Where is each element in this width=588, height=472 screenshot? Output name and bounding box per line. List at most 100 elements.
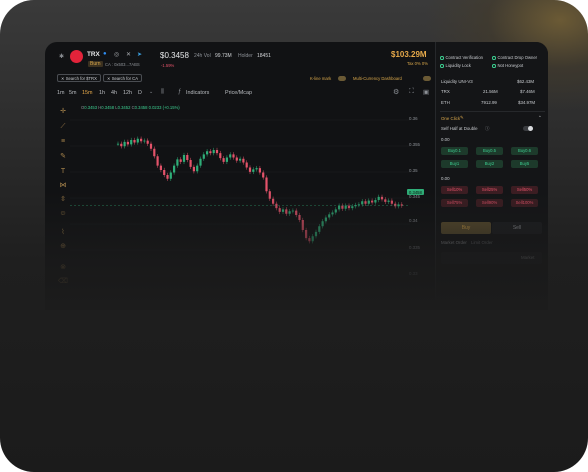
quick-buy-button[interactable]: Buy0.6 (511, 147, 538, 155)
candle (344, 205, 347, 209)
buy-tab[interactable]: Buy (441, 222, 491, 234)
candle (338, 205, 341, 210)
star-icon[interactable]: ✱ (59, 53, 64, 60)
text-icon[interactable]: T (58, 168, 68, 176)
holder-label: Holder (238, 53, 253, 59)
candle-type-icon[interactable]: ⫼ (161, 89, 164, 96)
pair-usd: $7.46M (520, 89, 535, 94)
candle (126, 141, 129, 145)
candle (318, 226, 321, 232)
quick-buy-button[interactable]: Buy1 (441, 160, 468, 168)
candle (130, 140, 133, 145)
liquidity-title: Liquidity UNI-V3 (441, 79, 473, 84)
timeframe-15m[interactable]: 15m (82, 90, 93, 96)
candle (311, 236, 314, 242)
candle (374, 200, 377, 203)
pair-amount: 21.56M (483, 89, 498, 94)
settings-icon[interactable]: ⚙ (393, 88, 399, 96)
quick-sell-button[interactable]: Sell10% (441, 186, 468, 194)
candle (173, 165, 176, 173)
quick-buy-button[interactable]: Buy5 (511, 160, 538, 168)
candle (133, 140, 136, 143)
magnet-icon[interactable]: ☺ (58, 210, 68, 218)
x-social-icon[interactable]: ✕ (126, 51, 131, 58)
fullscreen-icon[interactable]: ⛶ (409, 88, 414, 96)
candle (159, 165, 162, 170)
buy-amount[interactable]: 0.00 (441, 137, 450, 142)
self-half-toggle[interactable] (523, 126, 533, 131)
candle (390, 200, 393, 204)
chevron-up-icon[interactable]: ⌃ (538, 115, 542, 121)
quick-sell-button[interactable]: Sell50% (511, 186, 538, 194)
candle (225, 157, 228, 162)
holder-value: 18451 (257, 53, 271, 59)
camera-icon[interactable]: ▣ (423, 88, 429, 96)
candle (295, 210, 298, 215)
sell-amount[interactable]: 0.00 (441, 176, 450, 181)
crosshair-icon[interactable]: ✛ (58, 108, 68, 116)
trendline-icon[interactable]: ⟋ (58, 123, 68, 131)
pair-usd: $34.97M (518, 100, 536, 105)
candle (308, 238, 311, 242)
timeframe-12h[interactable]: 12h (123, 90, 132, 96)
kline-mark-label: K-line mark (310, 76, 332, 81)
timeframe-D[interactable]: D (138, 90, 142, 96)
liquidity-total: $62.43M (517, 79, 535, 84)
candle (351, 206, 354, 209)
quick-buy-button[interactable]: Buy0.1 (441, 147, 468, 155)
token-header: ✱ TRX ● ◎ ✕ ➤ Burn CA : 0x503...7ABS $0.… (45, 42, 435, 72)
quick-sell-button[interactable]: Sell75% (441, 199, 468, 207)
pattern-icon[interactable]: ⋈ (58, 182, 68, 190)
timeframe-1h[interactable]: 1h (99, 90, 105, 96)
multi-currency-toggle[interactable] (423, 76, 431, 81)
measure-icon[interactable]: ⇳ (58, 196, 68, 204)
candle (387, 200, 390, 202)
lock-icon[interactable]: ⊗ (58, 264, 68, 272)
pair-amount: 7912.99 (481, 100, 497, 105)
indicators-button[interactable]: Indicators (186, 90, 209, 96)
token-logo (70, 50, 83, 63)
quick-buy-button[interactable]: Buy2 (476, 160, 503, 168)
quick-sell-button[interactable]: Sell90% (476, 199, 503, 207)
candle (146, 140, 149, 144)
timeframe-5m[interactable]: 5m (69, 90, 77, 96)
search-symbol-button[interactable]: ✕ Search for $TRX (57, 74, 101, 82)
timeframe-4h[interactable]: 4h (111, 90, 117, 96)
pair-name: ETH (441, 100, 450, 105)
limit-order-tab[interactable]: Limit Order (471, 240, 493, 245)
ruler-icon[interactable]: ⌇ (58, 229, 68, 237)
telegram-icon[interactable]: ➤ (137, 51, 142, 58)
candle (235, 157, 238, 161)
trade-panel: Contract Verification Contract Drop Owne… (435, 42, 548, 300)
price-change: -1.59% (161, 63, 175, 68)
timeframe-1m[interactable]: 1m (57, 90, 65, 96)
quick-sell-button[interactable]: Sell25% (476, 186, 503, 194)
price-mcap-toggle[interactable]: Price/Mcap (225, 90, 252, 96)
candle (262, 172, 265, 178)
zoom-icon[interactable]: ⊕ (58, 243, 68, 251)
candle (192, 166, 195, 172)
sell-tab[interactable]: Sell (492, 222, 542, 234)
edit-icon[interactable]: ✎ (460, 115, 464, 121)
indicators-icon[interactable]: ƒ (178, 89, 181, 95)
multi-currency-label: Multi-Currency Dashboard (353, 76, 402, 81)
candle (245, 162, 248, 168)
search-ca-button[interactable]: ✕ Search for CA (103, 74, 142, 82)
quick-buy-button[interactable]: Buy0.5 (476, 147, 503, 155)
trash-icon[interactable]: ⌫ (58, 278, 68, 286)
contract-address[interactable]: CA : 0x503...7ABS (105, 62, 140, 67)
self-half-label: Self Half at Double (441, 126, 478, 131)
quick-sell-button[interactable]: Sell100% (511, 199, 538, 207)
brush-icon[interactable]: ✎ (58, 153, 68, 161)
candle (347, 205, 351, 209)
candle (397, 204, 400, 207)
kline-mark-toggle[interactable] (338, 76, 346, 81)
fib-icon[interactable]: ≡ (58, 138, 68, 146)
one-click-label: One Click (441, 116, 461, 121)
candle (265, 177, 268, 192)
candle (206, 151, 209, 155)
globe-icon[interactable]: ◎ (114, 51, 119, 58)
price-chart[interactable] (70, 110, 410, 300)
chevron-down-icon[interactable]: ⌄ (149, 89, 153, 95)
market-order-tab[interactable]: Market Order (441, 240, 467, 245)
